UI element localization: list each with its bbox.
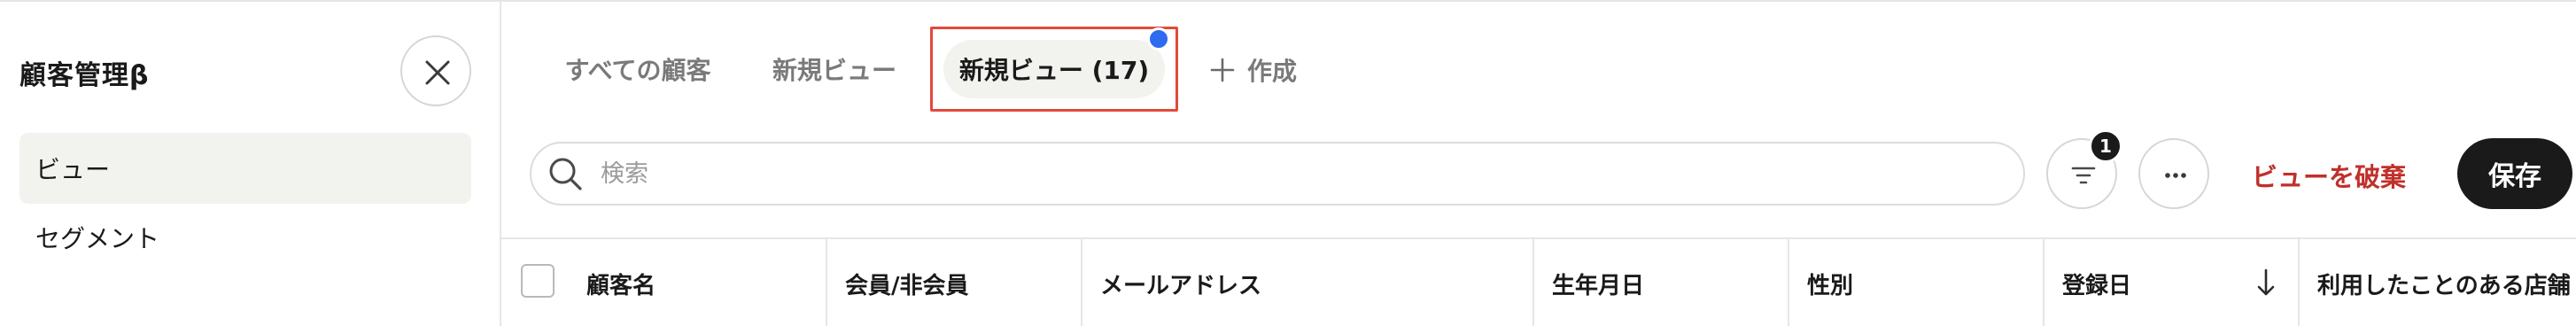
tab-new-view[interactable]: 新規ビュー — [755, 32, 914, 106]
sidebar: 顧客管理β ビュー セグメント — [0, 2, 501, 326]
column-header-customer-name[interactable]: 顧客名 — [501, 239, 827, 326]
column-header-birthdate[interactable]: 生年月日 — [1534, 239, 1789, 326]
search-input[interactable] — [601, 159, 1929, 188]
table-header: 顧客名 会員/非会員 メールアドレス 生年月日 性別 登録日 利用したことのある… — [501, 237, 2576, 326]
column-label: 会員/非会員 — [845, 272, 969, 299]
tab-new-view-17[interactable]: 新規ビュー (17) — [943, 40, 1165, 98]
discard-view-button[interactable]: ビューを破棄 — [2252, 151, 2406, 200]
column-header-stores-used[interactable]: 利用したことのある店舗 — [2300, 239, 2576, 326]
sort-down-icon[interactable] — [2255, 268, 2277, 298]
plus-icon — [1210, 58, 1235, 82]
column-label: 性別 — [1807, 272, 1854, 299]
sidebar-item-view[interactable]: ビュー — [19, 133, 471, 204]
column-header-membership[interactable]: 会員/非会員 — [827, 239, 1082, 326]
create-label: 作成 — [1247, 57, 1298, 86]
search-bar — [530, 142, 2025, 206]
active-tab-highlight: 新規ビュー (17) — [930, 27, 1178, 112]
more-options-button[interactable] — [2138, 138, 2209, 209]
sidebar-item-label: ビュー — [35, 155, 111, 184]
column-label: 利用したことのある店舗 — [2317, 272, 2571, 299]
column-header-email[interactable]: メールアドレス — [1082, 239, 1534, 326]
create-tab-button[interactable]: 作成 — [1210, 39, 1297, 101]
close-icon — [425, 60, 450, 85]
column-label: 登録日 — [2062, 272, 2132, 299]
select-all-checkbox[interactable] — [521, 264, 555, 298]
filter-count-badge: 1 — [2089, 129, 2122, 163]
column-label: 顧客名 — [586, 272, 656, 299]
more-icon — [2165, 173, 2186, 178]
column-label: メールアドレス — [1100, 272, 1262, 299]
column-label: 生年月日 — [1552, 272, 1645, 299]
column-header-registered-date[interactable]: 登録日 — [2045, 239, 2300, 326]
unsaved-dot-indicator — [1147, 27, 1170, 50]
sidebar-item-segment[interactable]: セグメント — [19, 202, 471, 273]
search-icon — [549, 158, 582, 190]
sidebar-title: 顧客管理β — [19, 60, 150, 91]
column-header-gender[interactable]: 性別 — [1789, 239, 2045, 326]
tab-all-customers[interactable]: すべての顧客 — [549, 32, 726, 106]
filter-icon — [2071, 167, 2096, 184]
sidebar-item-label: セグメント — [35, 224, 160, 253]
save-button[interactable]: 保存 — [2457, 138, 2572, 209]
close-button[interactable] — [400, 35, 471, 106]
